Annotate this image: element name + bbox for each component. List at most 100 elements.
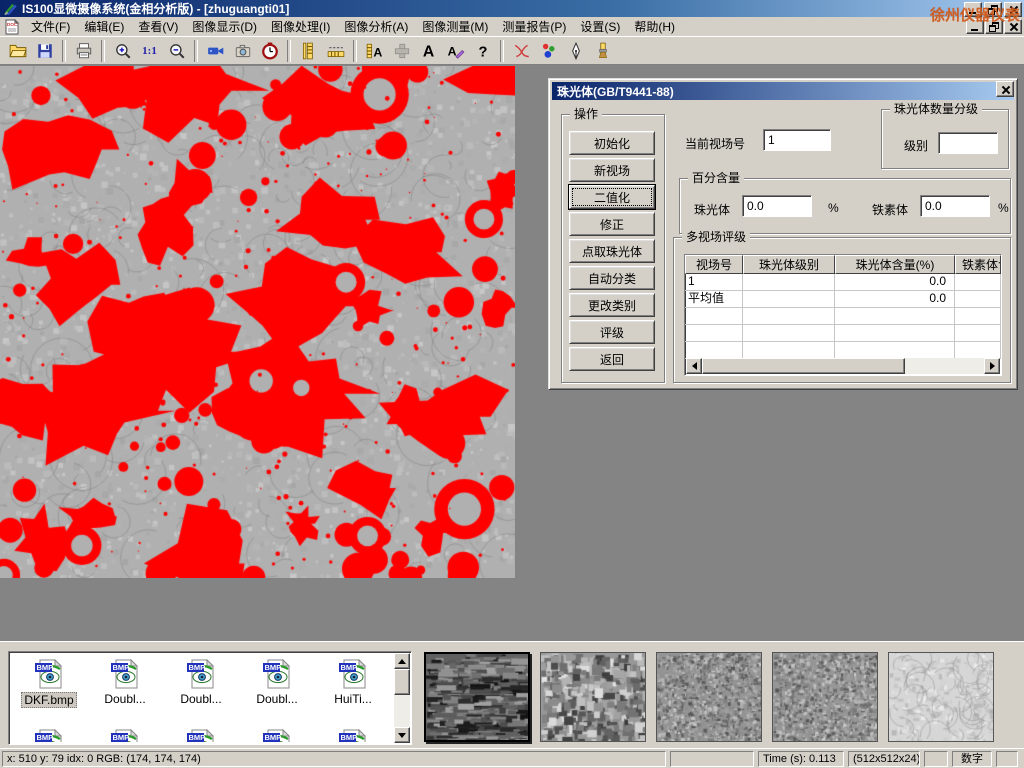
- op-button-8[interactable]: 评级: [569, 320, 655, 344]
- bottom-panel: BMPDKF.bmpBMPDoubl...BMPDoubl...BMPDoubl…: [0, 641, 1024, 748]
- micrograph-thumbnail-3[interactable]: [656, 652, 762, 742]
- menu-item-4[interactable]: 图像显示(D): [185, 16, 264, 37]
- menu-item-3[interactable]: 查看(V): [131, 16, 185, 37]
- file-item[interactable]: BMP: [11, 724, 87, 742]
- restore-button[interactable]: [984, 2, 1002, 17]
- current-field-input[interactable]: 1: [763, 129, 831, 151]
- menu-item-5[interactable]: 图像处理(I): [264, 16, 337, 37]
- save-button[interactable]: [31, 39, 58, 63]
- scrollbar-thumb[interactable]: [394, 669, 410, 695]
- print-button[interactable]: [70, 39, 97, 63]
- table-column-header[interactable]: 珠光体含量(%): [835, 255, 955, 274]
- status-empty-2: [924, 751, 948, 767]
- menu-item-6[interactable]: 图像分析(A): [337, 16, 415, 37]
- table-row[interactable]: [685, 325, 1001, 342]
- menu-item-9[interactable]: 设置(S): [573, 16, 627, 37]
- scroll-left-button[interactable]: [686, 358, 702, 374]
- close-button[interactable]: [1004, 2, 1022, 17]
- grid-button[interactable]: [388, 39, 415, 63]
- scroll-down-button[interactable]: [394, 727, 410, 743]
- op-button-5[interactable]: 点取珠光体: [569, 239, 655, 263]
- micrograph-image[interactable]: [0, 66, 515, 578]
- svg-text:BMP: BMP: [37, 663, 54, 672]
- table-cell: [743, 308, 835, 324]
- brush-tool-button[interactable]: [589, 39, 616, 63]
- text-annotation-button[interactable]: A: [415, 39, 442, 63]
- help-button[interactable]: ?: [469, 39, 496, 63]
- curve-tool-button[interactable]: [508, 39, 535, 63]
- scroll-right-button[interactable]: [984, 358, 1000, 374]
- op-button-2[interactable]: 新视场: [569, 158, 655, 182]
- measure-text-button[interactable]: A: [361, 39, 388, 63]
- dialog-close-button[interactable]: [996, 81, 1014, 97]
- scrollbar-track[interactable]: [702, 358, 984, 374]
- table-row[interactable]: [685, 308, 1001, 325]
- menu-item-2[interactable]: 编辑(E): [77, 16, 131, 37]
- op-button-3[interactable]: 二值化: [569, 185, 655, 209]
- dialog-title-bar[interactable]: 珠光体(GB/T9441-88): [552, 82, 1014, 100]
- ferrite-input[interactable]: 0.0: [920, 195, 990, 217]
- op-button-6[interactable]: 自动分类: [569, 266, 655, 290]
- scroll-up-button[interactable]: [394, 653, 410, 669]
- zoom-in-button[interactable]: [109, 39, 136, 63]
- minimize-button[interactable]: [964, 2, 982, 17]
- child-minimize-button[interactable]: [966, 19, 984, 34]
- timer-button[interactable]: [256, 39, 283, 63]
- file-item[interactable]: BMPDoubl...: [163, 654, 239, 724]
- phase-particles-button[interactable]: [535, 39, 562, 63]
- file-browser[interactable]: BMPDKF.bmpBMPDoubl...BMPDoubl...BMPDoubl…: [8, 651, 412, 745]
- micrograph-thumbnail-5[interactable]: [888, 652, 994, 742]
- child-close-button[interactable]: [1004, 19, 1022, 34]
- table-column-header[interactable]: 珠光体级别: [743, 255, 835, 274]
- table-row[interactable]: 平均值0.0: [685, 291, 1001, 308]
- op-button-9[interactable]: 返回: [569, 347, 655, 371]
- micrograph-thumbnail-4[interactable]: [772, 652, 878, 742]
- rating-table[interactable]: 视场号珠光体级别珠光体含量(%)铁素体含量(%) 10.0平均值0.0: [684, 254, 1002, 376]
- child-restore-button[interactable]: [985, 19, 1003, 34]
- file-list-scrollbar[interactable]: [394, 653, 410, 743]
- video-capture-button[interactable]: [202, 39, 229, 63]
- file-item[interactable]: BMP: [163, 724, 239, 742]
- pen-tool-button[interactable]: [562, 39, 589, 63]
- edit-annotation-button[interactable]: A: [442, 39, 469, 63]
- file-item[interactable]: BMPDKF.bmp: [11, 654, 87, 724]
- table-row[interactable]: [685, 342, 1001, 359]
- op-button-4[interactable]: 修正: [569, 212, 655, 236]
- file-item[interactable]: BMPDoubl...: [87, 654, 163, 724]
- table-column-header[interactable]: 视场号: [685, 255, 743, 274]
- table-horizontal-scrollbar[interactable]: [686, 358, 1000, 374]
- menu-item-8[interactable]: 测量报告(P): [495, 16, 573, 37]
- arrow-down-icon: [398, 733, 406, 742]
- menu-item-7[interactable]: 图像测量(M): [415, 16, 495, 37]
- bmp-file-icon: BMP: [185, 658, 217, 690]
- window-title: IS100显微摄像系统(金相分析版) - [zhuguangti01]: [22, 0, 289, 17]
- file-item[interactable]: BMPHuiTi...: [315, 654, 391, 724]
- menu-bar: DOC 文件(F)编辑(E)查看(V)图像显示(D)图像处理(I)图像分析(A)…: [0, 17, 1024, 37]
- scrollbar-thumb[interactable]: [702, 358, 905, 374]
- file-item[interactable]: BMP: [315, 724, 391, 742]
- pearlite-input[interactable]: 0.0: [742, 195, 812, 217]
- file-name: Doubl...: [102, 692, 147, 706]
- micrograph-thumbnail-1[interactable]: [424, 652, 530, 742]
- file-item[interactable]: BMPDoubl...: [239, 654, 315, 724]
- actual-size-button[interactable]: 1:1: [136, 39, 163, 63]
- open-file-button[interactable]: [4, 39, 31, 63]
- table-column-header[interactable]: 铁素体含量(%): [955, 255, 1001, 274]
- micrograph-thumbnail-2[interactable]: [540, 652, 646, 742]
- op-button-7[interactable]: 更改类别: [569, 293, 655, 317]
- save-icon: [36, 42, 54, 60]
- op-button-1[interactable]: 初始化: [569, 131, 655, 155]
- menu-item-1[interactable]: 文件(F): [24, 16, 77, 37]
- vertical-caliper-button[interactable]: [295, 39, 322, 63]
- bmp-file-icon: BMP: [185, 728, 217, 742]
- level-input[interactable]: [938, 132, 998, 154]
- restore-icon: [989, 22, 999, 32]
- table-row[interactable]: 10.0: [685, 274, 1001, 291]
- file-item[interactable]: BMP: [239, 724, 315, 742]
- horizontal-ruler-button[interactable]: [322, 39, 349, 63]
- zoom-out-button[interactable]: [163, 39, 190, 63]
- menu-item-10[interactable]: 帮助(H): [627, 16, 682, 37]
- file-item[interactable]: BMP: [87, 724, 163, 742]
- bmp-file-icon: BMP: [337, 658, 369, 690]
- camera-capture-button[interactable]: [229, 39, 256, 63]
